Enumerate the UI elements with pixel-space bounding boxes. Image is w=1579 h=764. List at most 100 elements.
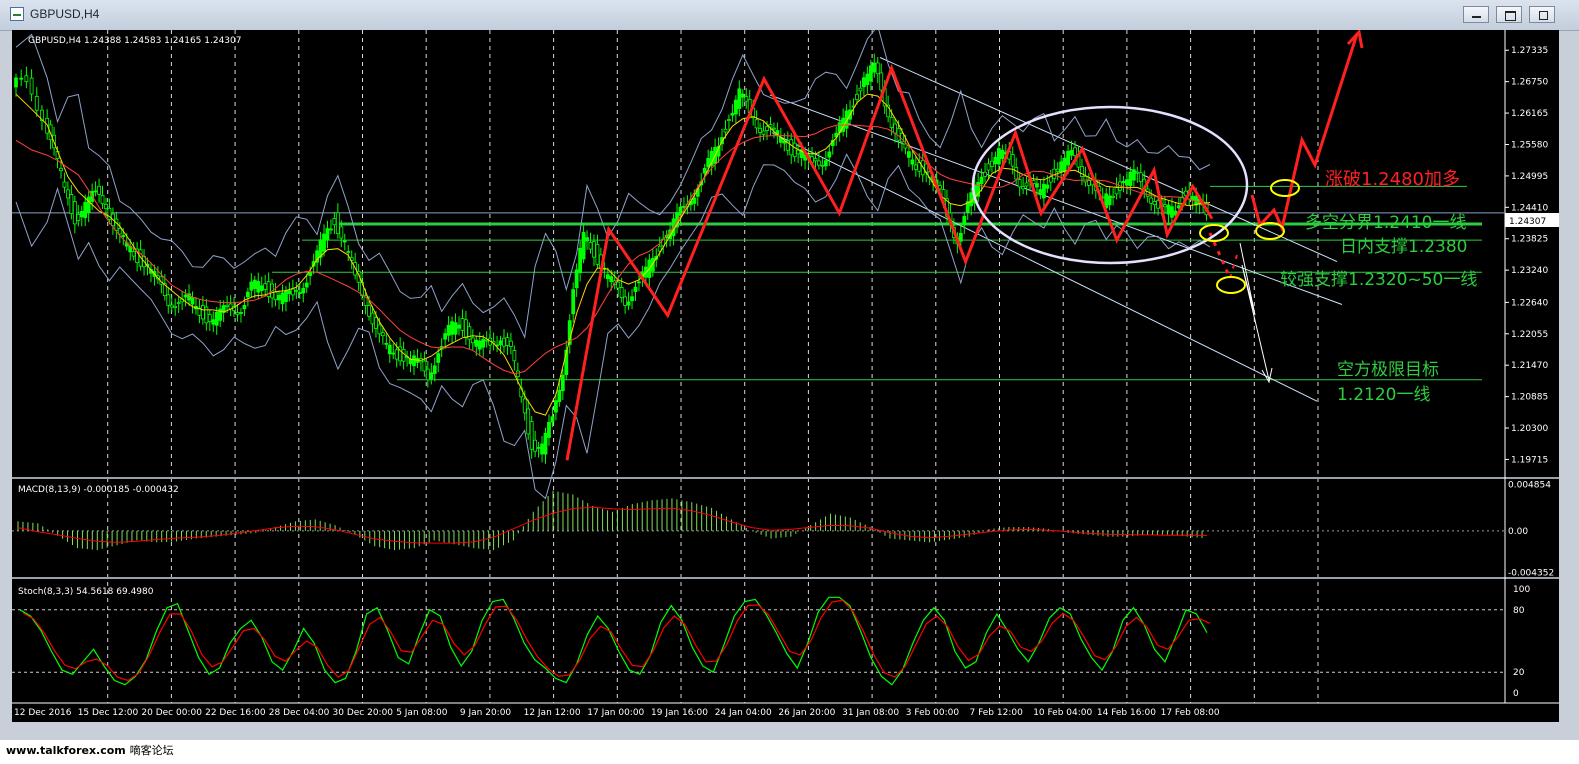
candle-body [571, 289, 576, 315]
symbol-header: GBPUSD,H4 1.24388 1.24583 1.24165 1.2430… [28, 36, 241, 46]
price-tick-label: 1.20885 [1511, 393, 1548, 403]
candle-body [1035, 183, 1039, 188]
candle-body [83, 202, 88, 219]
candle-body [550, 416, 555, 423]
candle-body [581, 232, 586, 260]
candle-body [1014, 167, 1019, 180]
candle-body [543, 432, 548, 455]
chart-grid [107, 30, 1319, 703]
candle-body [512, 350, 517, 362]
candle-body [498, 340, 503, 346]
window-frame: GBPUSD,H4 1.27335 1.26750 1.26165 1.25580 1.… [0, 0, 1579, 740]
candle-body [560, 374, 565, 392]
candle-body [1163, 204, 1167, 208]
candle-body [1000, 149, 1005, 159]
candle-body [59, 167, 63, 172]
candle-body [235, 312, 240, 315]
candle-body [287, 290, 292, 295]
candle-body [986, 163, 991, 171]
candle-body [1138, 172, 1143, 182]
candle-body [855, 93, 859, 101]
candle-body [820, 164, 825, 167]
candle-body [868, 65, 873, 82]
candle-body [114, 218, 119, 231]
candle-body [1111, 195, 1115, 198]
candle-body [273, 291, 278, 301]
chart-canvas[interactable]: 1.27335 1.26750 1.26165 1.25580 1.24995 1.244… [12, 24, 1559, 722]
candle-body [249, 281, 254, 291]
candle-body [740, 93, 745, 98]
candle-body [280, 292, 285, 305]
candle-body [422, 360, 427, 372]
candle-body [585, 237, 589, 242]
candle-body [1114, 186, 1119, 195]
candle-body [875, 62, 880, 75]
footer-site[interactable]: www.talkforex.com [6, 744, 126, 757]
time-tick-label: 20 Dec 00:00 [141, 708, 202, 718]
candle-body [505, 337, 510, 346]
candle-body [24, 75, 29, 83]
candle-body [86, 196, 91, 214]
candle-body [979, 176, 984, 185]
time-tick-label: 3 Feb 00:00 [906, 708, 960, 718]
restore-icon [1505, 11, 1516, 21]
candle-body [817, 160, 821, 166]
candle-body [540, 443, 544, 455]
time-tick-label: 26 Jan 20:00 [778, 708, 835, 718]
candle-body [370, 312, 375, 325]
candle-body [297, 292, 302, 294]
candle-body [626, 301, 631, 306]
candle-body [470, 337, 475, 344]
candle-body [284, 290, 288, 303]
candle-body [737, 88, 742, 109]
candle-body [380, 332, 385, 337]
candle-body [432, 365, 437, 374]
close-button[interactable] [1529, 6, 1555, 23]
minimize-button[interactable] [1463, 6, 1489, 23]
candle-body [200, 305, 205, 320]
candle-body [322, 233, 326, 252]
stoch-tick-label: 100 [1513, 585, 1530, 595]
candle-body [252, 279, 257, 289]
chart-area[interactable]: 1.27335 1.26750 1.26165 1.25580 1.24995 1.244… [12, 24, 1559, 722]
candle-body [758, 127, 762, 133]
candle-body [346, 251, 351, 253]
price-highlight-ellipse [1216, 276, 1246, 294]
window-titlebar[interactable]: GBPUSD,H4 [0, 0, 1579, 31]
candle-body [789, 139, 794, 156]
candle-body [425, 368, 430, 381]
price-tick-label: 1.26165 [1511, 109, 1548, 119]
candle-body [176, 302, 181, 305]
candle-body [242, 304, 247, 310]
annotation-intraday-support: 日内支撑1.2380 [1340, 237, 1467, 257]
candle-body [574, 269, 579, 289]
time-tick-label: 31 Jan 08:00 [842, 708, 899, 718]
candle-body [1083, 176, 1088, 183]
candle-body [1010, 154, 1015, 167]
candle-body [529, 421, 534, 450]
candle-body [1170, 206, 1174, 218]
time-tick-label: 7 Feb 12:00 [970, 708, 1024, 718]
time-tick-label: 9 Jan 20:00 [460, 708, 512, 718]
restore-button[interactable] [1496, 6, 1522, 23]
stoch-tick-label: 0 [1513, 689, 1519, 699]
candle-body [412, 355, 416, 367]
candle-body [166, 294, 171, 306]
candle-body [1017, 179, 1022, 188]
candle-body [263, 283, 268, 290]
candle-body [14, 77, 18, 88]
candle-body [460, 318, 465, 331]
candle-body [104, 203, 108, 210]
bollinger-bands [15, 24, 1211, 500]
time-tick-label: 24 Jan 04:00 [715, 708, 772, 718]
macd-header: MACD(8,13,9) -0.000185 -0.000432 [18, 485, 179, 495]
candle-body [131, 251, 136, 257]
stoch-tick-label: 80 [1513, 606, 1525, 616]
price-tick-label: 1.23240 [1511, 266, 1548, 276]
stoch-tick-label: 20 [1513, 668, 1525, 678]
candle-body [290, 288, 295, 296]
candle-body [1069, 149, 1074, 156]
candle-body [893, 123, 897, 134]
candle-body [1062, 157, 1067, 172]
candle-body [913, 164, 918, 170]
